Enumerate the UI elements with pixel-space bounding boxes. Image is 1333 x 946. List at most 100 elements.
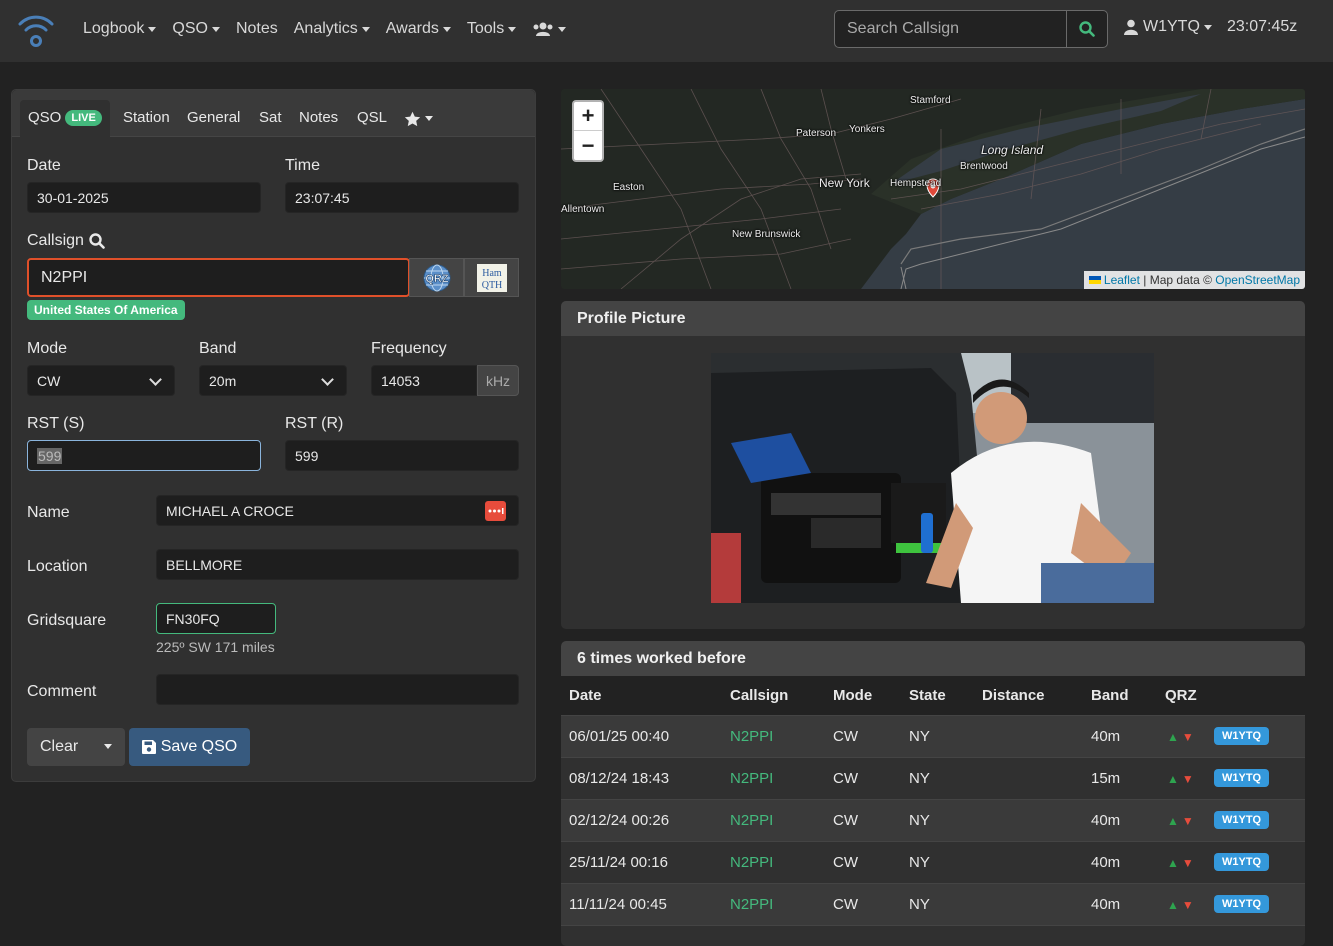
arrow-up-icon: ▲ bbox=[1167, 814, 1179, 828]
nav-awards[interactable]: Awards bbox=[386, 20, 451, 38]
name-label: Name bbox=[27, 504, 70, 521]
time-label: Time bbox=[285, 157, 320, 174]
time-field[interactable]: 23:07:45 bbox=[285, 182, 519, 213]
map-label-easton: Easton bbox=[613, 182, 645, 193]
frequency-input[interactable]: 14053 bbox=[371, 365, 477, 396]
table-row: 02/12/24 00:26 N2PPI CW NY 40m ▲ ▼ W1YTQ bbox=[561, 800, 1305, 842]
row-state: NY bbox=[909, 854, 930, 871]
row-date: 02/12/24 00:26 bbox=[569, 812, 670, 829]
header-callsign: Callsign bbox=[730, 687, 789, 704]
rst-received-input[interactable]: 599 bbox=[285, 440, 519, 471]
worked-before-table: Date Callsign Mode State Distance Band Q… bbox=[561, 676, 1305, 926]
qsl-status-arrows: ▲ ▼ bbox=[1167, 814, 1194, 828]
chevron-down-icon[interactable] bbox=[104, 744, 112, 749]
rst-sent-input[interactable]: 599 bbox=[27, 440, 261, 471]
mode-value: CW bbox=[37, 372, 61, 389]
row-state: NY bbox=[909, 896, 930, 913]
users-icon bbox=[533, 22, 553, 36]
clear-button[interactable]: Clear bbox=[27, 728, 125, 766]
user-menu[interactable]: W1YTQ bbox=[1124, 18, 1212, 36]
gridsquare-label: Gridsquare bbox=[27, 612, 107, 629]
chevron-down-icon bbox=[211, 26, 220, 32]
row-mode: CW bbox=[833, 728, 858, 745]
zoom-out-button[interactable]: − bbox=[574, 131, 602, 160]
qrz-badge[interactable]: W1YTQ bbox=[1214, 811, 1270, 829]
qsl-status-arrows: ▲ ▼ bbox=[1167, 772, 1194, 786]
search-icon bbox=[1079, 21, 1095, 37]
hamqth-lookup-button[interactable]: Ham QTH bbox=[464, 258, 519, 297]
date-field[interactable]: 30-01-2025 bbox=[27, 182, 261, 213]
nav-users-menu[interactable] bbox=[532, 21, 567, 37]
qso-entry-card: QSO LIVE Station General Sat Notes QSL Da… bbox=[11, 89, 536, 782]
arrow-up-icon: ▲ bbox=[1167, 898, 1179, 912]
gridsquare-input[interactable]: FN30FQ bbox=[156, 603, 276, 634]
tab-station[interactable]: Station bbox=[115, 100, 178, 137]
callsign-input[interactable]: N2PPI bbox=[27, 258, 410, 297]
qrz-badge[interactable]: W1YTQ bbox=[1214, 895, 1270, 913]
location-label: Location bbox=[27, 558, 88, 575]
chevron-down-icon bbox=[361, 26, 370, 32]
rst-sent-label: RST (S) bbox=[27, 415, 85, 432]
more-dots-icon bbox=[488, 508, 504, 514]
row-callsign[interactable]: N2PPI bbox=[730, 812, 773, 829]
search-button[interactable] bbox=[1066, 11, 1107, 47]
location-input[interactable]: BELLMORE bbox=[156, 549, 519, 580]
name-value: MICHAEL A CROCE bbox=[166, 502, 294, 519]
frequency-unit: kHz bbox=[477, 365, 519, 396]
qsl-status-arrows: ▲ ▼ bbox=[1167, 730, 1194, 744]
row-callsign[interactable]: N2PPI bbox=[730, 854, 773, 871]
comment-input[interactable] bbox=[156, 674, 519, 705]
leaflet-link[interactable]: Leaflet bbox=[1104, 273, 1140, 287]
user-icon bbox=[1124, 19, 1138, 35]
qrz-badge[interactable]: W1YTQ bbox=[1214, 853, 1270, 871]
row-band: 40m bbox=[1091, 896, 1121, 913]
map-label-yonkers: Yonkers bbox=[849, 124, 885, 135]
qso-map[interactable]: Stamford Paterson Yonkers Long Island Br… bbox=[561, 89, 1305, 289]
name-input[interactable]: MICHAEL A CROCE bbox=[156, 495, 519, 526]
row-state: NY bbox=[909, 770, 930, 787]
attribution-text: | Map data © bbox=[1143, 273, 1212, 287]
arrow-down-icon: ▼ bbox=[1181, 898, 1194, 912]
name-more-button[interactable] bbox=[485, 501, 506, 521]
qrz-lookup-button[interactable]: QRZ bbox=[409, 258, 464, 297]
row-date: 11/11/24 00:45 bbox=[569, 896, 667, 913]
mode-select[interactable]: CW bbox=[27, 365, 175, 396]
nav-analytics[interactable]: Analytics bbox=[294, 20, 370, 38]
arrow-down-icon: ▼ bbox=[1181, 814, 1194, 828]
row-date: 25/11/24 00:16 bbox=[569, 854, 668, 871]
nav-logbook[interactable]: Logbook bbox=[83, 20, 157, 38]
table-header-row: Date Callsign Mode State Distance Band Q… bbox=[561, 676, 1305, 716]
mode-label: Mode bbox=[27, 340, 68, 357]
live-badge: LIVE bbox=[65, 110, 102, 126]
row-callsign[interactable]: N2PPI bbox=[730, 896, 773, 913]
nav-notes[interactable]: Notes bbox=[236, 20, 278, 38]
tab-qso[interactable]: QSO LIVE bbox=[20, 100, 110, 137]
rst-received-label: RST (R) bbox=[285, 415, 344, 432]
save-qso-button[interactable]: Save QSO bbox=[129, 728, 250, 766]
gridsquare-bearing: 225º SW 171 miles bbox=[156, 639, 275, 655]
row-callsign[interactable]: N2PPI bbox=[730, 770, 773, 787]
qrz-badge[interactable]: W1YTQ bbox=[1214, 727, 1270, 745]
navbar: Logbook QSO Notes Analytics Awards Tools bbox=[0, 0, 1333, 62]
nav-qso[interactable]: QSO bbox=[172, 20, 220, 38]
wavelog-logo-icon[interactable] bbox=[16, 10, 56, 48]
tab-favorites[interactable] bbox=[396, 100, 441, 137]
search-icon[interactable] bbox=[89, 233, 105, 249]
tab-qsl[interactable]: QSL bbox=[349, 100, 395, 137]
osm-link[interactable]: OpenStreetMap bbox=[1215, 273, 1300, 287]
chevron-down-icon bbox=[1203, 24, 1212, 30]
qrz-badge[interactable]: W1YTQ bbox=[1214, 769, 1270, 787]
profile-photo bbox=[711, 353, 1154, 603]
search-input[interactable] bbox=[835, 11, 1066, 47]
map-label-hempstead: Hempstead bbox=[890, 178, 942, 189]
chevron-down-icon bbox=[425, 116, 433, 121]
row-callsign[interactable]: N2PPI bbox=[730, 728, 773, 745]
tab-sat[interactable]: Sat bbox=[251, 100, 290, 137]
zoom-in-button[interactable]: + bbox=[574, 102, 602, 131]
header-band: Band bbox=[1091, 687, 1129, 704]
tab-general[interactable]: General bbox=[179, 100, 248, 137]
nav-tools[interactable]: Tools bbox=[467, 20, 517, 38]
tab-notes[interactable]: Notes bbox=[291, 100, 346, 137]
row-state: NY bbox=[909, 812, 930, 829]
band-select[interactable]: 20m bbox=[199, 365, 347, 396]
